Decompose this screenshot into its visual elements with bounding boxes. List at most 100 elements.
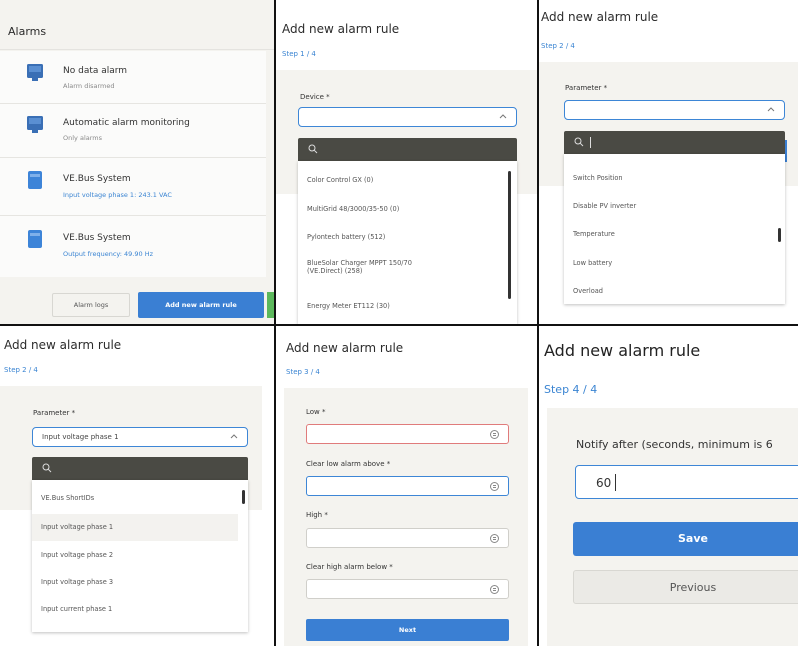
grid-divider [274, 0, 276, 646]
alarms-header: Alarms [0, 0, 274, 50]
field-label: Device * [300, 93, 330, 101]
step-indicator: Step 2 / 4 [541, 42, 575, 50]
grid-divider [537, 0, 539, 646]
field-label: Clear high alarm below * [306, 563, 393, 571]
page-title: Alarms [8, 25, 47, 38]
notify-seconds-input[interactable]: 60 [575, 465, 798, 499]
device-icon [27, 64, 43, 81]
alarm-subtitle: Alarm disarmed [63, 82, 115, 90]
high-input[interactable] [306, 528, 509, 548]
step-indicator: Step 2 / 4 [4, 366, 38, 374]
chevron-up-icon [230, 434, 238, 439]
clear-high-input[interactable] [306, 579, 509, 599]
previous-button[interactable]: Previous [573, 570, 798, 604]
field-label: Low * [306, 408, 326, 416]
alarms-panel: Alarms No data alarm Alarm disarmed Auto… [0, 0, 274, 324]
inverter-icon [28, 171, 42, 189]
page-title: Add new alarm rule [286, 341, 404, 355]
dropdown-option[interactable]: Temperature [564, 230, 615, 238]
add-rule-step2-search-panel: Add new alarm rule Step 2 / 4 Parameter … [539, 0, 798, 324]
field-label: Clear low alarm above * [306, 460, 391, 468]
alarm-item-no-data[interactable]: No data alarm Alarm disarmed [0, 51, 266, 103]
notify-value: 60 [596, 476, 612, 490]
alarm-logs-button[interactable]: Alarm logs [52, 293, 130, 317]
text-cursor [615, 474, 616, 491]
save-button[interactable]: Save [573, 522, 798, 556]
alarm-item-vebus-frequency[interactable]: VE.Bus System Output frequency: 49.90 Hz [0, 216, 266, 274]
dropdown-option[interactable]: Input current phase 1 [32, 605, 112, 613]
dropdown-option[interactable]: Disable PV inverter [564, 202, 636, 210]
clear-low-input[interactable] [306, 476, 509, 496]
notify-label: Notify after (seconds, minimum is 6 [576, 438, 773, 451]
page-title: Add new alarm rule [544, 341, 701, 360]
dropdown-option[interactable]: BlueSolar Charger MPPT 150/70 [298, 259, 412, 267]
alarm-title: VE.Bus System [63, 233, 131, 243]
form-card: Notify after (seconds, minimum is 6 60 S… [547, 408, 798, 646]
alarm-subtitle: Input voltage phase 1: 243.1 VAC [63, 191, 172, 199]
green-button-edge[interactable] [267, 292, 274, 318]
field-label: High * [306, 511, 328, 519]
dropdown-option[interactable]: Input voltage phase 3 [32, 578, 113, 586]
dropdown-option[interactable]: VE.Bus ShortIDs [32, 494, 94, 502]
dropdown-search[interactable] [298, 138, 517, 161]
parameter-dropdown-list: VE.Bus ShortIDs Input voltage phase 1 In… [32, 480, 248, 632]
text-cursor [590, 137, 591, 148]
next-button[interactable]: Next [306, 619, 509, 641]
add-rule-step2-selected-panel: Add new alarm rule Step 2 / 4 Parameter … [0, 326, 274, 646]
step-indicator: Step 1 / 4 [282, 50, 316, 58]
dropdown-option-selected[interactable]: Input voltage phase 1 [32, 514, 238, 541]
device-select[interactable] [298, 107, 517, 127]
field-label: Parameter * [565, 84, 608, 92]
add-rule-step1-panel: Add new alarm rule Step 1 / 4 Device * C… [276, 0, 537, 324]
scrollbar[interactable] [242, 490, 245, 504]
alarm-title: Automatic alarm monitoring [63, 118, 190, 128]
dropdown-option[interactable]: Low battery [564, 259, 612, 267]
alarm-subtitle: Output frequency: 49.90 Hz [63, 250, 154, 258]
add-rule-step4-panel: Add new alarm rule Step 4 / 4 Notify aft… [539, 326, 798, 646]
low-input[interactable] [306, 424, 509, 444]
number-spinner-icon [490, 430, 499, 439]
alarm-title: No data alarm [63, 66, 128, 76]
add-rule-step3-panel: Add new alarm rule Step 3 / 4 Low * Clea… [276, 326, 537, 646]
search-icon [574, 137, 584, 147]
device-icon [27, 116, 43, 133]
device-dropdown-list: Color Control GX (0) MultiGrid 48/3000/3… [298, 161, 517, 324]
alarm-title: VE.Bus System [63, 174, 131, 184]
alarms-list: No data alarm Alarm disarmed Automatic a… [0, 51, 266, 277]
parameter-select[interactable] [564, 100, 785, 120]
field-label: Parameter * [33, 409, 76, 417]
dropdown-option[interactable]: Input voltage phase 2 [32, 551, 113, 559]
search-icon [42, 463, 52, 473]
alarm-item-automatic[interactable]: Automatic alarm monitoring Only alarms [0, 104, 266, 156]
parameter-dropdown-list: Switch Position Disable PV inverter Temp… [564, 154, 785, 304]
dropdown-option[interactable]: Switch Position [564, 174, 623, 182]
alarm-item-vebus-voltage[interactable]: VE.Bus System Input voltage phase 1: 243… [0, 158, 266, 214]
inverter-icon [28, 230, 42, 248]
number-spinner-icon [490, 585, 499, 594]
step-indicator: Step 4 / 4 [544, 383, 598, 396]
number-spinner-icon [490, 482, 499, 491]
scrollbar[interactable] [508, 171, 511, 299]
dropdown-option[interactable]: (VE.Direct) (258) [298, 267, 363, 275]
dropdown-option[interactable]: MultiGrid 48/3000/35-50 (0) [298, 205, 399, 213]
alarm-subtitle: Only alarms [63, 134, 103, 142]
page-title: Add new alarm rule [4, 338, 122, 352]
step-indicator: Step 3 / 4 [286, 368, 320, 376]
search-icon [308, 144, 318, 154]
form-card: Low * Clear low alarm above * High * Cle… [284, 388, 528, 646]
scrollbar[interactable] [778, 228, 781, 242]
parameter-select[interactable]: Input voltage phase 1 [32, 427, 248, 447]
dropdown-search[interactable] [32, 457, 248, 480]
dropdown-search[interactable] [564, 131, 785, 154]
dropdown-option[interactable]: Pylontech battery (512) [298, 233, 385, 241]
grid-divider [0, 324, 798, 326]
chevron-up-icon [499, 114, 507, 119]
dropdown-option[interactable]: Overload [564, 287, 603, 295]
dropdown-option[interactable]: Color Control GX (0) [298, 176, 373, 184]
number-spinner-icon [490, 534, 499, 543]
chevron-up-icon [767, 107, 775, 112]
add-alarm-rule-button[interactable]: Add new alarm rule [138, 292, 264, 318]
dropdown-option[interactable]: Energy Meter ET112 (30) [298, 302, 390, 310]
select-value: Input voltage phase 1 [42, 433, 119, 441]
page-title: Add new alarm rule [541, 10, 659, 24]
